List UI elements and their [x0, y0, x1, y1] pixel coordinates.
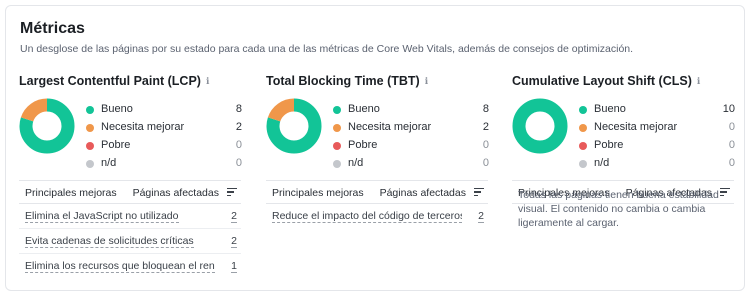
legend-item-needs: Necesita mejorar 0 [579, 120, 735, 138]
metric-title: Cumulative Layout Shift (CLS) [512, 74, 692, 88]
good-dot-icon [86, 106, 94, 114]
improvement-link[interactable]: Evita cadenas de solicitudes críticas [25, 235, 194, 248]
table-header: Principales mejoras Páginas afectadas [266, 180, 488, 204]
legend-label: Bueno [594, 103, 626, 115]
legend-label: n/d [348, 157, 364, 169]
legend-label: Necesita mejorar [348, 121, 432, 133]
improvement-link[interactable]: Elimina el JavaScript no utilizado [25, 210, 179, 223]
metric-header: Cumulative Layout Shift (CLS) ℹ [512, 72, 734, 90]
table-header: Principales mejoras Páginas afectadas [19, 180, 241, 204]
col-header-affected[interactable]: Páginas afectadas [133, 187, 219, 199]
legend-count: 0 [728, 121, 735, 133]
sort-icon[interactable] [474, 188, 484, 197]
legend-label: n/d [101, 157, 117, 169]
section-title: Métricas [20, 20, 85, 37]
poor-dot-icon [86, 142, 94, 150]
legend-item-poor: Pobre 0 [86, 138, 242, 156]
legend-count: 8 [235, 103, 242, 115]
legend-count: 2 [235, 121, 242, 133]
legend-label: n/d [594, 157, 610, 169]
improvement-link[interactable]: Elimina los recursos que bloquean el ren… [25, 260, 215, 273]
legend: Bueno 10 Necesita mejorar 0 Pobre 0 n/d 0 [579, 102, 735, 174]
metric-title: Total Blocking Time (TBT) [266, 74, 420, 88]
affected-count[interactable]: 2 [478, 210, 484, 223]
info-icon[interactable]: ℹ [206, 76, 209, 87]
legend-item-good: Bueno 10 [579, 102, 735, 120]
poor-dot-icon [579, 142, 587, 150]
legend-item-na: n/d 0 [86, 156, 242, 174]
metrics-card: Métricas Un desglose de las páginas por … [5, 5, 745, 291]
na-dot-icon [333, 160, 341, 168]
legend-count: 0 [728, 139, 735, 151]
legend-label: Necesita mejorar [101, 121, 185, 133]
donut-chart [512, 98, 568, 154]
legend-item-needs: Necesita mejorar 2 [333, 120, 489, 138]
needs-dot-icon [86, 124, 94, 132]
metric-lcp: Largest Contentful Paint (LCP) ℹ Bueno 8 … [19, 72, 242, 273]
legend-count: 8 [482, 103, 489, 115]
donut-chart [266, 98, 322, 154]
na-dot-icon [579, 160, 587, 168]
table-row: Reduce el impacto del código de terceros… [266, 204, 488, 229]
table-row: Elimina el JavaScript no utilizado 2 [19, 204, 241, 229]
legend-label: Bueno [348, 103, 380, 115]
legend-item-good: Bueno 8 [86, 102, 242, 120]
section-subtitle: Un desglose de las páginas por su estado… [20, 43, 634, 55]
donut-slice-good [512, 98, 568, 154]
col-header-improvements: Principales mejoras [25, 187, 117, 199]
na-dot-icon [86, 160, 94, 168]
legend-count: 0 [235, 139, 242, 151]
legend-label: Pobre [101, 139, 131, 151]
legend-label: Bueno [101, 103, 133, 115]
improvement-link[interactable]: Reduce el impacto del código de terceros [272, 210, 462, 223]
improvements-table: Principales mejoras Páginas afectadas To… [512, 180, 734, 229]
improvements-table: Principales mejoras Páginas afectadas Re… [266, 180, 488, 229]
metric-header: Total Blocking Time (TBT) ℹ [266, 72, 488, 90]
legend-count: 2 [482, 121, 489, 133]
col-header-improvements: Principales mejoras [272, 187, 364, 199]
affected-count[interactable]: 2 [231, 235, 237, 248]
legend-item-na: n/d 0 [579, 156, 735, 174]
info-icon[interactable]: ℹ [425, 76, 428, 87]
table-row: Evita cadenas de solicitudes críticas 2 [19, 229, 241, 254]
metric-header: Largest Contentful Paint (LCP) ℹ [19, 72, 241, 90]
legend-label: Pobre [594, 139, 624, 151]
legend-label: Necesita mejorar [594, 121, 678, 133]
col-header-affected[interactable]: Páginas afectadas [380, 187, 466, 199]
legend-item-poor: Pobre 0 [333, 138, 489, 156]
improvements-table: Principales mejoras Páginas afectadas El… [19, 180, 241, 279]
affected-count[interactable]: 2 [231, 210, 237, 223]
legend-item-na: n/d 0 [333, 156, 489, 174]
good-dot-icon [333, 106, 341, 114]
legend-count: 10 [722, 103, 735, 115]
legend: Bueno 8 Necesita mejorar 2 Pobre 0 n/d 0 [86, 102, 242, 174]
no-improvements-note: Todas las páginas tienen buena estabilid… [518, 189, 719, 229]
good-dot-icon [579, 106, 587, 114]
needs-dot-icon [333, 124, 341, 132]
legend-count: 0 [235, 157, 242, 169]
legend-item-good: Bueno 8 [333, 102, 489, 120]
info-icon[interactable]: ℹ [697, 76, 700, 87]
table-row: Elimina los recursos que bloquean el ren… [19, 254, 241, 279]
legend-count: 0 [728, 157, 735, 169]
metric-tbt: Total Blocking Time (TBT) ℹ Bueno 8 Neces… [266, 72, 489, 223]
metric-cls: Cumulative Layout Shift (CLS) ℹ Bueno 10 … [512, 72, 735, 229]
legend-count: 0 [482, 139, 489, 151]
metric-title: Largest Contentful Paint (LCP) [19, 74, 201, 88]
needs-dot-icon [579, 124, 587, 132]
legend-label: Pobre [348, 139, 378, 151]
legend-item-poor: Pobre 0 [579, 138, 735, 156]
poor-dot-icon [333, 142, 341, 150]
sort-icon[interactable] [227, 188, 237, 197]
legend-item-needs: Necesita mejorar 2 [86, 120, 242, 138]
legend: Bueno 8 Necesita mejorar 2 Pobre 0 n/d 0 [333, 102, 489, 174]
affected-count[interactable]: 1 [231, 260, 237, 273]
donut-chart [19, 98, 75, 154]
legend-count: 0 [482, 157, 489, 169]
